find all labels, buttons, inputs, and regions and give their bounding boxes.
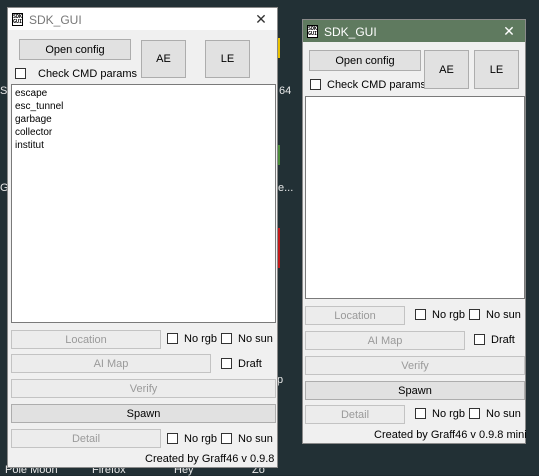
sdk-gui-window-left: SDK GUI SDK_GUI ✕ Open config Check CMD … (7, 7, 278, 468)
ae-button[interactable]: AE (141, 40, 186, 78)
no-rgb-checkbox[interactable] (415, 309, 426, 320)
app-icon: SDK GUI (307, 25, 318, 38)
close-button[interactable]: ✕ (245, 8, 277, 30)
no-sun-checkbox[interactable] (221, 333, 232, 344)
draft-label: Draft (491, 334, 515, 346)
verify-button[interactable]: Verify (11, 379, 276, 398)
no-sun-checkbox[interactable] (221, 433, 232, 444)
draft-checkbox[interactable] (221, 358, 232, 369)
no-rgb-checkbox[interactable] (167, 333, 178, 344)
levels-listbox[interactable]: escape esc_tunnel garbage collector inst… (11, 84, 276, 323)
no-sun-checkbox[interactable] (469, 309, 480, 320)
draft-label: Draft (238, 358, 262, 370)
verify-button[interactable]: Verify (305, 356, 525, 375)
list-item[interactable]: garbage (15, 113, 52, 126)
open-config-button[interactable]: Open config (309, 50, 421, 71)
check-cmd-checkbox[interactable] (15, 68, 26, 79)
app-icon-text: SDK GUI (13, 14, 23, 25)
draft-checkbox[interactable] (474, 334, 485, 345)
desktop-label: e... (278, 182, 294, 194)
no-sun-label: No sun (238, 333, 273, 345)
no-sun-checkbox[interactable] (469, 408, 480, 419)
check-cmd-label: Check CMD params (327, 79, 427, 91)
ai-map-button[interactable]: AI Map (305, 331, 465, 350)
close-button[interactable]: ✕ (493, 20, 525, 42)
list-item[interactable]: collector (15, 126, 52, 139)
levels-listbox[interactable] (305, 96, 525, 299)
no-rgb-label: No rgb (184, 433, 218, 445)
no-rgb-checkbox[interactable] (415, 408, 426, 419)
detail-button[interactable]: Detail (11, 429, 161, 448)
credit-text: Created by Graff46 v 0.9.8 (145, 453, 275, 465)
le-button[interactable]: LE (205, 40, 250, 78)
window-title: SDK_GUI (29, 13, 82, 27)
app-icon-text: SDK GUI (308, 26, 318, 37)
no-rgb-checkbox[interactable] (167, 433, 178, 444)
no-sun-label: No sun (486, 408, 521, 420)
le-button[interactable]: LE (474, 50, 519, 89)
spawn-button[interactable]: Spawn (305, 381, 525, 400)
no-rgb-label: No rgb (184, 333, 218, 345)
no-sun-label: No sun (238, 433, 273, 445)
list-item[interactable]: escape (15, 87, 47, 100)
list-item[interactable]: esc_tunnel (15, 100, 63, 113)
check-cmd-label: Check CMD params (38, 68, 138, 80)
no-rgb-label: No rgb (432, 408, 466, 420)
window-title: SDK_GUI (324, 25, 377, 39)
no-rgb-label: No rgb (432, 309, 466, 321)
detail-button[interactable]: Detail (305, 405, 405, 424)
close-icon: ✕ (503, 23, 515, 39)
check-cmd-checkbox[interactable] (310, 79, 321, 90)
app-icon: SDK GUI (12, 13, 23, 26)
location-button[interactable]: Location (11, 330, 161, 349)
ai-map-button[interactable]: AI Map (11, 354, 211, 373)
open-config-button[interactable]: Open config (19, 39, 131, 60)
title-bar[interactable]: SDK GUI SDK_GUI ✕ (303, 20, 525, 42)
location-button[interactable]: Location (305, 306, 405, 325)
ae-button[interactable]: AE (424, 50, 469, 89)
list-item[interactable]: institut (15, 139, 44, 152)
sdk-gui-window-right: SDK GUI SDK_GUI ✕ Open config Check CMD … (302, 19, 527, 444)
no-sun-label: No sun (486, 309, 521, 321)
close-icon: ✕ (255, 11, 267, 27)
desktop-label: 64 (279, 85, 292, 97)
credit-text: Created by Graff46 v 0.9.8 mini (374, 429, 527, 441)
spawn-button[interactable]: Spawn (11, 404, 276, 423)
title-bar[interactable]: SDK GUI SDK_GUI ✕ (8, 8, 277, 30)
